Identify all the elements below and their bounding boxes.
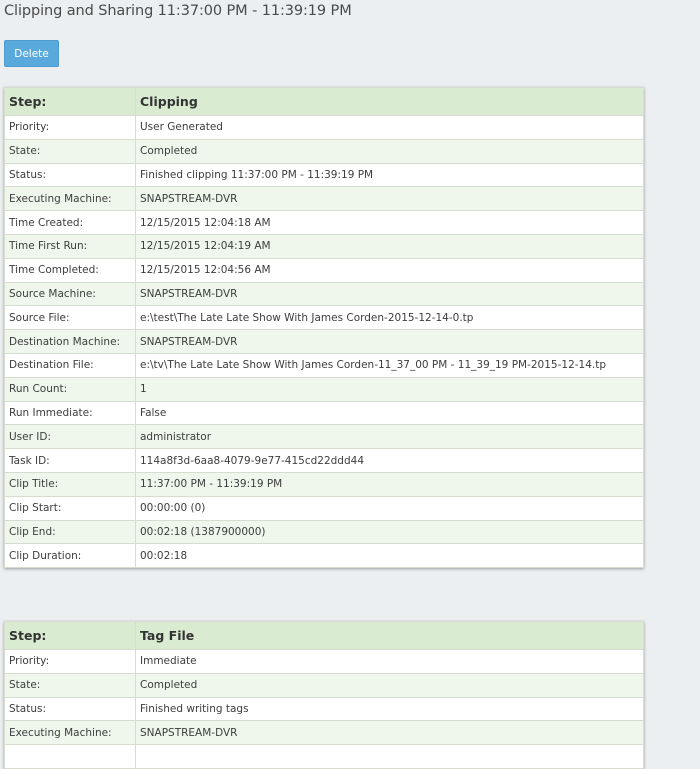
row-value: Finished writing tags xyxy=(135,696,644,722)
table-row: Clip End: 00:02:18 (1387900000) xyxy=(4,519,644,545)
page-title: Clipping and Sharing 11:37:00 PM - 11:39… xyxy=(4,3,352,19)
row-label: Executing Machine: xyxy=(4,186,136,212)
row-label: Executing Machine: xyxy=(4,720,136,746)
table-row: Time Completed: 12/15/2015 12:04:56 AM xyxy=(4,257,644,283)
row-label: Clip Duration: xyxy=(4,543,136,569)
row-label: Run Immediate: xyxy=(4,400,136,426)
row-label: Source Machine: xyxy=(4,281,136,307)
row-value: User Generated xyxy=(135,115,644,140)
step-header-value: Tag File xyxy=(135,621,644,650)
row-label: Status: xyxy=(4,162,136,188)
step-table-clipping: Step: Clipping Priority: User Generated Stat… xyxy=(4,87,644,569)
row-label: Run Count: xyxy=(4,376,136,402)
table-row: State: Completed xyxy=(4,138,644,164)
row-value: 12/15/2015 12:04:18 AM xyxy=(135,210,644,235)
table-row: Status: Finished clipping 11:37:00 PM - 1… xyxy=(4,162,644,188)
row-value: SNAPSTREAM-DVR xyxy=(135,329,644,354)
table-row: Priority: Immediate xyxy=(4,649,644,674)
table-row: Executing Machine: SNAPSTREAM-DVR xyxy=(4,186,644,212)
table-row: Task ID: 114a8f3d-6aa8-4079-9e77-415cd22d… xyxy=(4,448,644,473)
row-value: 00:02:18 (1387900000) xyxy=(135,519,644,545)
table-row: Executing Machine: SNAPSTREAM-DVR xyxy=(4,720,644,746)
row-value: Completed xyxy=(135,138,644,164)
step-table-tag-file: Step: Tag File Priority: Immediate State: Com… xyxy=(4,621,644,769)
table-row: Clip Title: 11:37:00 PM - 11:39:19 PM xyxy=(4,471,644,497)
table-row: User ID: administrator xyxy=(4,424,644,450)
table-row: Run Count: 1 xyxy=(4,376,644,402)
row-value: Immediate xyxy=(135,649,644,674)
delete-button[interactable]: Delete xyxy=(4,40,59,67)
row-label: Destination File: xyxy=(4,352,136,378)
row-label: State: xyxy=(4,138,136,164)
row-label: Priority: xyxy=(4,115,136,140)
step-header-label: Step: xyxy=(4,621,136,650)
table-row: Destination Machine: SNAPSTREAM-DVR xyxy=(4,329,644,354)
row-label: User ID: xyxy=(4,424,136,450)
row-value: administrator xyxy=(135,424,644,450)
row-value: SNAPSTREAM-DVR xyxy=(135,281,644,307)
table-row: Source Machine: SNAPSTREAM-DVR xyxy=(4,281,644,307)
row-value: 11:37:00 PM - 11:39:19 PM xyxy=(135,471,644,497)
row-value: Completed xyxy=(135,672,644,698)
table-row: Destination File: e:\tv\The Late Late Sho… xyxy=(4,352,644,378)
row-value: e:\tv\The Late Late Show With James Cord… xyxy=(135,352,644,378)
row-value: SNAPSTREAM-DVR xyxy=(135,186,644,212)
row-value xyxy=(135,744,644,769)
row-label: Clip Start: xyxy=(4,495,136,521)
row-label: Time First Run: xyxy=(4,233,136,259)
row-value: e:\test\The Late Late Show With James Co… xyxy=(135,305,644,331)
table-row: Priority: User Generated xyxy=(4,115,644,140)
table-row: Source File: e:\test\The Late Late Show W… xyxy=(4,305,644,331)
row-label: Time Created: xyxy=(4,210,136,235)
table-row: Status: Finished writing tags xyxy=(4,696,644,722)
row-label: Task ID: xyxy=(4,448,136,473)
table-row: Time First Run: 12/15/2015 12:04:19 AM xyxy=(4,233,644,259)
step-header-row: Step: Clipping xyxy=(4,87,644,116)
row-label: Time Completed: xyxy=(4,257,136,283)
row-label: Clip Title: xyxy=(4,471,136,497)
row-value: 00:00:00 (0) xyxy=(135,495,644,521)
row-value: 12/15/2015 12:04:19 AM xyxy=(135,233,644,259)
table-row: Clip Start: 00:00:00 (0) xyxy=(4,495,644,521)
row-label xyxy=(4,744,136,769)
step-header-value: Clipping xyxy=(135,87,644,116)
row-value: SNAPSTREAM-DVR xyxy=(135,720,644,746)
row-label: Destination Machine: xyxy=(4,329,136,354)
row-value: Finished clipping 11:37:00 PM - 11:39:19… xyxy=(135,162,644,188)
row-value: False xyxy=(135,400,644,426)
row-label: State: xyxy=(4,672,136,698)
row-label: Clip End: xyxy=(4,519,136,545)
step-header-row: Step: Tag File xyxy=(4,621,644,650)
table-row: Run Immediate: False xyxy=(4,400,644,426)
row-label: Priority: xyxy=(4,649,136,674)
row-label: Status: xyxy=(4,696,136,722)
table-row xyxy=(4,744,644,769)
row-value: 1 xyxy=(135,376,644,402)
row-value: 12/15/2015 12:04:56 AM xyxy=(135,257,644,283)
step-header-label: Step: xyxy=(4,87,136,116)
row-value: 00:02:18 xyxy=(135,543,644,569)
table-row: State: Completed xyxy=(4,672,644,698)
row-value: 114a8f3d-6aa8-4079-9e77-415cd22ddd44 xyxy=(135,448,644,473)
row-label: Source File: xyxy=(4,305,136,331)
table-row: Clip Duration: 00:02:18 xyxy=(4,543,644,569)
table-row: Time Created: 12/15/2015 12:04:18 AM xyxy=(4,210,644,235)
